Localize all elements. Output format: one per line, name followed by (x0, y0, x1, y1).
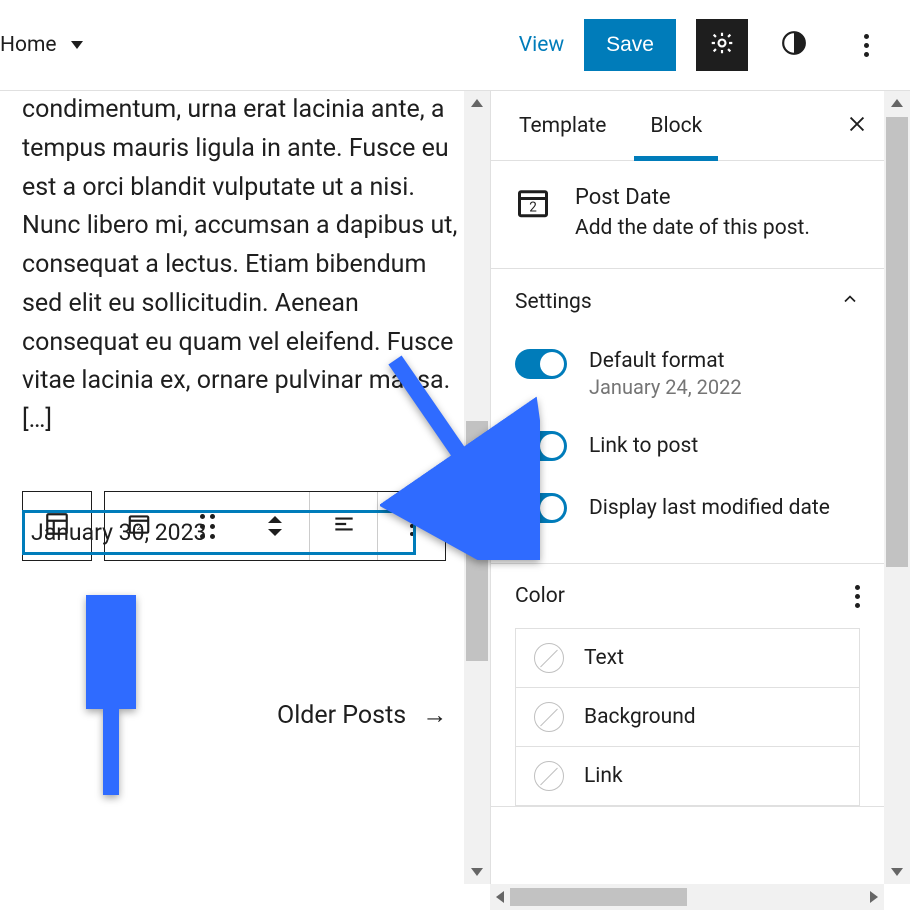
calendar-icon: 2 (515, 185, 551, 221)
top-toolbar: Home View Save (0, 0, 910, 90)
setting-label: Default format (589, 349, 742, 373)
tab-template[interactable]: Template (515, 91, 610, 160)
workspace: condimentum, urna erat lacinia ante, a t… (0, 90, 910, 910)
panel-settings-title: Settings (515, 290, 592, 314)
scroll-right-icon (870, 891, 878, 903)
gear-icon (709, 30, 735, 60)
empty-swatch-icon (534, 643, 564, 673)
setting-last-modified: Display last modified date (515, 477, 860, 539)
empty-swatch-icon (534, 702, 564, 732)
older-posts-label: Older Posts (277, 701, 406, 730)
editor-vertical-scrollbar[interactable] (464, 91, 490, 884)
scroll-down-icon (891, 868, 903, 876)
arrow-right-icon: → (422, 701, 447, 730)
block-description: Add the date of this post. (575, 216, 810, 240)
color-row-label: Link (584, 764, 623, 788)
close-icon (846, 120, 868, 139)
color-row-link[interactable]: Link (516, 747, 859, 806)
chevron-down-icon (71, 41, 83, 49)
scroll-thumb[interactable] (466, 421, 488, 661)
back-home[interactable]: Home (0, 33, 83, 57)
empty-swatch-icon (534, 761, 564, 791)
view-link[interactable]: View (519, 33, 564, 57)
toggle-link-to-post[interactable] (515, 431, 567, 461)
color-row-background[interactable]: Background (516, 688, 859, 747)
setting-sublabel: January 24, 2022 (589, 375, 742, 399)
scroll-down-icon (471, 868, 483, 876)
post-date-value: January 30, 2023 (31, 519, 206, 546)
more-menu-button[interactable] (840, 19, 892, 71)
setting-label: Display last modified date (589, 496, 830, 520)
setting-default-format: Default format January 24, 2022 (515, 339, 860, 415)
panel-color-header[interactable]: Color (491, 564, 884, 628)
older-posts-link[interactable]: Older Posts → (22, 701, 468, 730)
close-sidebar-button[interactable] (846, 113, 868, 139)
scroll-thumb[interactable] (886, 117, 908, 567)
setting-label: Link to post (589, 434, 698, 458)
color-list: Text Background Link (515, 628, 860, 806)
contrast-icon (781, 30, 807, 60)
color-row-label: Background (584, 705, 696, 729)
sidebar-tabs: Template Block (491, 91, 884, 161)
toggle-default-format[interactable] (515, 349, 567, 379)
panel-color: Color Text Background (491, 564, 884, 807)
panel-settings: Settings Default format January 24, 2022 (491, 269, 884, 564)
save-button[interactable]: Save (584, 19, 676, 71)
panel-settings-toggle[interactable]: Settings (491, 269, 884, 335)
editor-column: condimentum, urna erat lacinia ante, a t… (0, 91, 490, 910)
settings-button[interactable] (696, 19, 748, 71)
block-title: Post Date (575, 185, 810, 210)
color-more-button[interactable] (855, 585, 860, 608)
setting-link-to-post: Link to post (515, 415, 860, 477)
sidebar-vertical-scrollbar[interactable] (884, 91, 910, 884)
scroll-left-icon (496, 891, 504, 903)
editor-canvas[interactable]: condimentum, urna erat lacinia ante, a t… (0, 91, 490, 910)
scroll-up-icon (891, 99, 903, 107)
post-date-block[interactable]: January 30, 2023 (22, 510, 416, 555)
color-row-label: Text (584, 646, 624, 670)
scroll-up-icon (471, 99, 483, 107)
tab-block[interactable]: Block (646, 91, 706, 160)
home-label: Home (0, 33, 57, 57)
color-row-text[interactable]: Text (516, 629, 859, 688)
block-info: 2 Post Date Add the date of this post. (491, 161, 884, 269)
sidebar-horizontal-scrollbar[interactable] (490, 884, 884, 910)
svg-text:2: 2 (529, 199, 537, 215)
kebab-icon (864, 34, 869, 39)
chevron-up-icon (840, 289, 860, 315)
styles-button[interactable] (768, 19, 820, 71)
settings-sidebar: Template Block 2 Post Date Add the date … (490, 91, 910, 910)
top-actions: View Save (519, 19, 892, 71)
scroll-thumb[interactable] (510, 888, 687, 906)
post-excerpt[interactable]: condimentum, urna erat lacinia ante, a t… (22, 91, 468, 450)
panel-color-title: Color (515, 584, 565, 608)
toggle-last-modified[interactable] (515, 493, 567, 523)
